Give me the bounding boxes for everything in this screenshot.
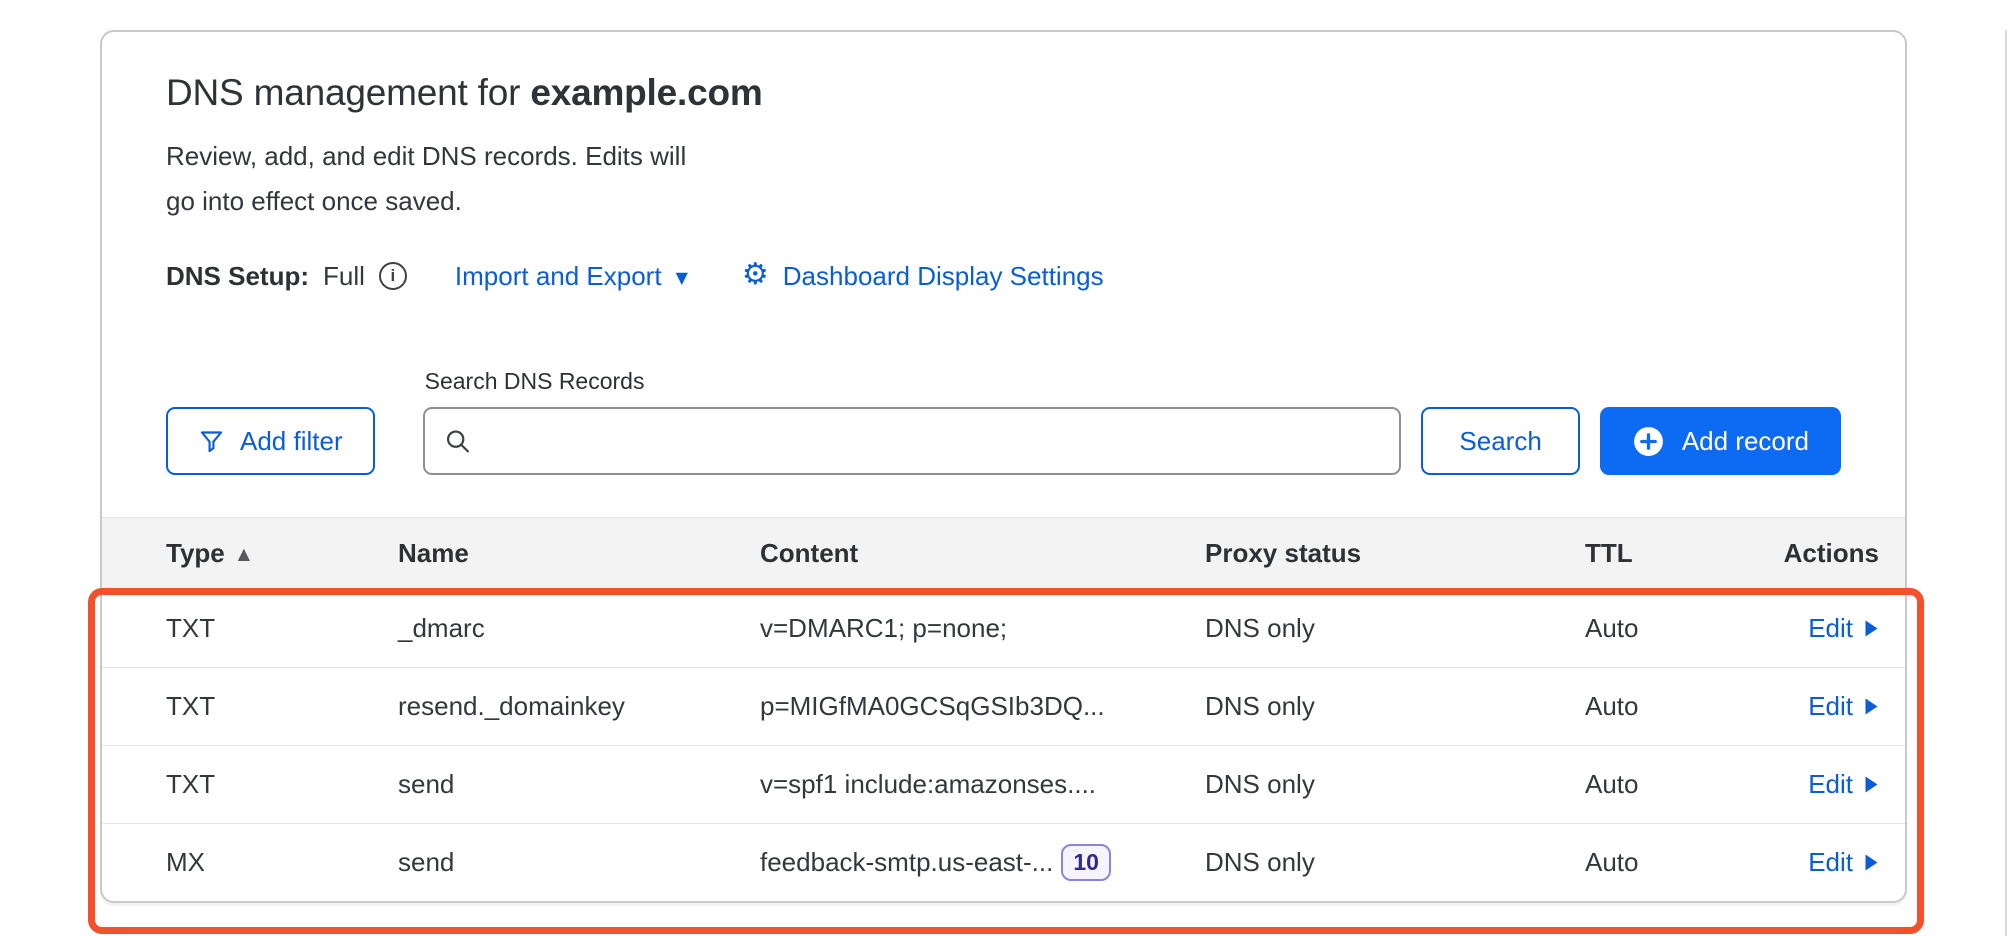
table-row: MX send feedback-smtp.us-east-... 10 DNS… xyxy=(102,823,1905,901)
dashboard-display-settings-link[interactable]: ⚙ Dashboard Display Settings xyxy=(742,261,1104,292)
page-title-prefix: DNS management for xyxy=(166,72,520,113)
gear-icon: ⚙ xyxy=(742,260,769,290)
cell-proxy-status: DNS only xyxy=(1205,613,1585,644)
sort-ascending-icon: ▲ xyxy=(238,544,250,563)
page-description: Review, add, and edit DNS records. Edits… xyxy=(166,134,1905,224)
column-header-name[interactable]: Name xyxy=(398,538,760,569)
cell-content: feedback-smtp.us-east-... 10 xyxy=(760,844,1205,881)
search-field-group: Search DNS Records xyxy=(423,368,1402,475)
table-row: TXT send v=spf1 include:amazonses.... DN… xyxy=(102,745,1905,823)
import-export-link[interactable]: Import and Export ▼ xyxy=(455,261,688,292)
cell-proxy-status: DNS only xyxy=(1205,769,1585,800)
cell-name: send xyxy=(398,769,760,800)
mx-priority-badge: 10 xyxy=(1061,844,1111,881)
info-icon[interactable]: i xyxy=(379,262,407,290)
search-icon xyxy=(443,427,472,456)
cell-actions: Edit xyxy=(1808,691,1879,722)
cell-ttl: Auto xyxy=(1585,847,1743,878)
import-export-label: Import and Export xyxy=(455,261,662,292)
search-box xyxy=(423,407,1402,475)
table-row: TXT resend._domainkey p=MIGfMA0GCSqGSIb3… xyxy=(102,667,1905,745)
table-header-row: Type ▲ Name Content Proxy status TTL Act… xyxy=(102,517,1905,589)
search-button[interactable]: Search xyxy=(1421,407,1579,475)
search-input[interactable] xyxy=(423,407,1402,475)
chevron-right-icon xyxy=(1864,619,1879,638)
dns-setup-row: DNS Setup: Full i Import and Export ▼ ⚙ … xyxy=(166,258,1905,294)
cell-ttl: Auto xyxy=(1585,691,1743,722)
edit-link[interactable]: Edit xyxy=(1808,847,1879,878)
screen: DNS management for example.com Review, a… xyxy=(0,30,2012,936)
chevron-right-icon xyxy=(1864,853,1879,872)
cell-name: send xyxy=(398,847,760,878)
edit-label: Edit xyxy=(1808,847,1853,878)
column-header-proxy-status[interactable]: Proxy status xyxy=(1205,538,1585,569)
cell-actions: Edit xyxy=(1808,613,1879,644)
column-header-content[interactable]: Content xyxy=(760,538,1205,569)
dns-management-card: DNS management for example.com Review, a… xyxy=(100,30,1907,903)
add-record-label: Add record xyxy=(1682,426,1809,457)
content-text: feedback-smtp.us-east-... xyxy=(760,847,1053,878)
add-record-button[interactable]: Add record xyxy=(1600,407,1841,475)
edit-link[interactable]: Edit xyxy=(1808,769,1879,800)
cell-ttl: Auto xyxy=(1585,613,1743,644)
edit-label: Edit xyxy=(1808,769,1853,800)
content-text: p=MIGfMA0GCSqGSIb3DQ... xyxy=(760,691,1105,722)
edit-label: Edit xyxy=(1808,691,1853,722)
table-body: TXT _dmarc v=DMARC1; p=none; DNS only Au… xyxy=(102,589,1905,901)
plus-icon xyxy=(1632,425,1665,458)
column-header-type-label: Type xyxy=(166,538,225,569)
add-filter-button[interactable]: Add filter xyxy=(166,407,375,475)
cell-type: TXT xyxy=(166,613,398,644)
page-title: DNS management for example.com xyxy=(166,72,1905,114)
edit-link[interactable]: Edit xyxy=(1808,613,1879,644)
content-text: v=spf1 include:amazonses.... xyxy=(760,769,1096,800)
cell-type: MX xyxy=(166,847,398,878)
screen-edge-line xyxy=(2005,30,2007,936)
dns-setup-label: DNS Setup: xyxy=(166,261,309,292)
cell-name: resend._domainkey xyxy=(398,691,760,722)
cell-ttl: Auto xyxy=(1585,769,1743,800)
cell-content: p=MIGfMA0GCSqGSIb3DQ... xyxy=(760,691,1205,722)
search-label: Search DNS Records xyxy=(425,368,1402,395)
cell-actions: Edit xyxy=(1808,847,1879,878)
filter-funnel-icon xyxy=(198,428,225,455)
cell-type: TXT xyxy=(166,691,398,722)
cell-content: v=DMARC1; p=none; xyxy=(760,613,1205,644)
records-toolbar: Add filter Search DNS Records Search Add… xyxy=(166,368,1841,475)
column-header-actions: Actions xyxy=(1743,538,1879,569)
edit-link[interactable]: Edit xyxy=(1808,691,1879,722)
table-row: TXT _dmarc v=DMARC1; p=none; DNS only Au… xyxy=(102,589,1905,667)
content-text: v=DMARC1; p=none; xyxy=(760,613,1007,644)
dashboard-display-settings-label: Dashboard Display Settings xyxy=(783,261,1104,292)
cell-content: v=spf1 include:amazonses.... xyxy=(760,769,1205,800)
cell-proxy-status: DNS only xyxy=(1205,691,1585,722)
chevron-right-icon xyxy=(1864,775,1879,794)
dns-setup-value: Full xyxy=(323,261,365,292)
domain-name: example.com xyxy=(530,72,762,113)
column-header-type[interactable]: Type ▲ xyxy=(166,538,398,569)
column-header-ttl[interactable]: TTL xyxy=(1585,538,1743,569)
cell-name: _dmarc xyxy=(398,613,760,644)
cell-type: TXT xyxy=(166,769,398,800)
chevron-down-icon: ▼ xyxy=(676,268,688,287)
edit-label: Edit xyxy=(1808,613,1853,644)
cell-actions: Edit xyxy=(1808,769,1879,800)
add-filter-label: Add filter xyxy=(240,426,343,457)
cell-proxy-status: DNS only xyxy=(1205,847,1585,878)
chevron-right-icon xyxy=(1864,697,1879,716)
dns-records-table: Type ▲ Name Content Proxy status TTL Act… xyxy=(102,517,1905,901)
